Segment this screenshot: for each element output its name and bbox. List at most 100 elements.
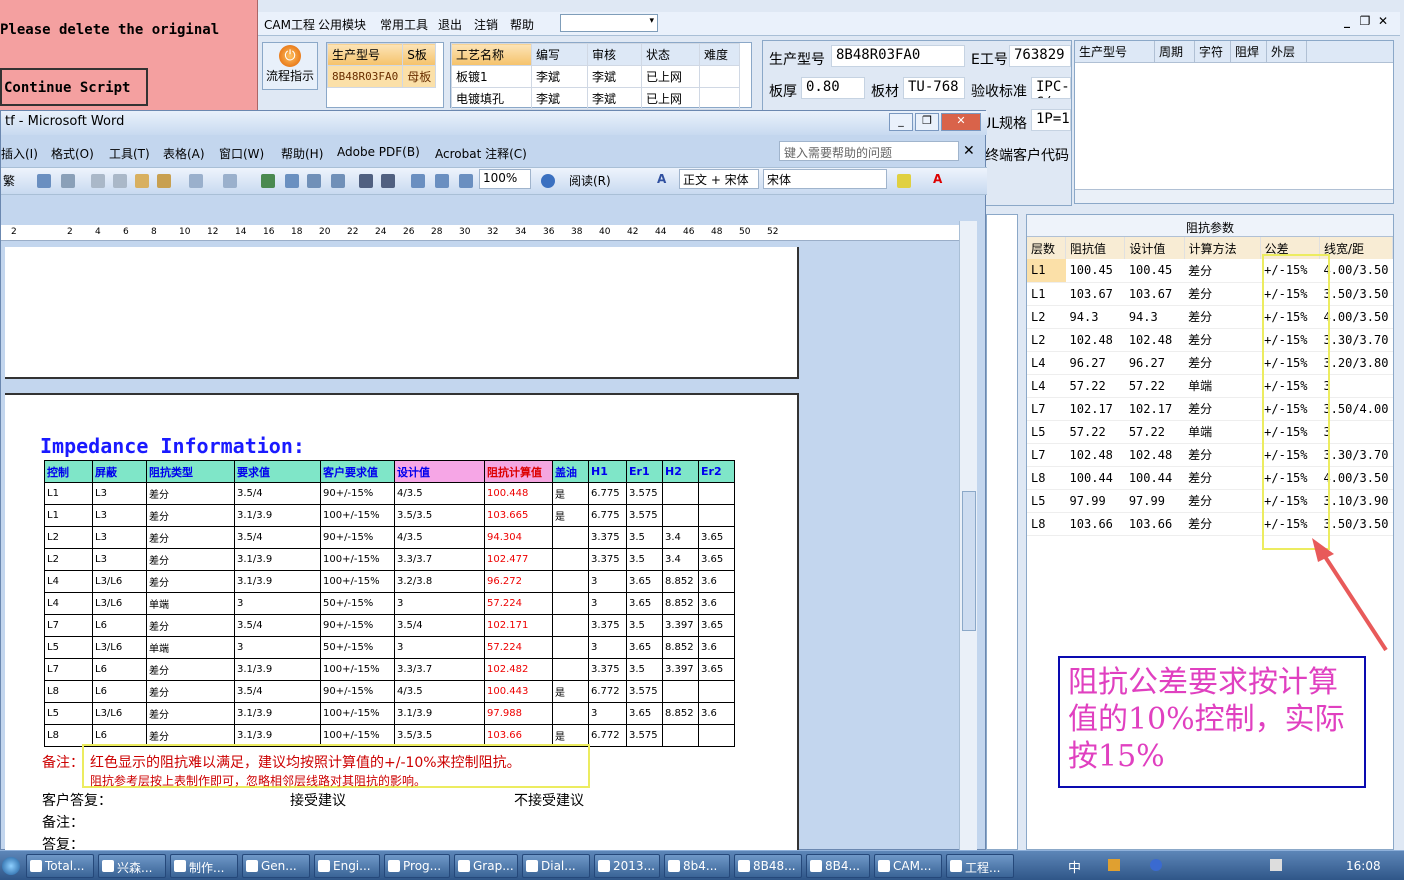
table-row: L1 L3 差分 3.1/3.9 100+/-15% 3.5/3.5 103.665 是 6.7… [44,504,735,527]
cell [698,504,735,527]
ime-indicator[interactable]: 中 [1068,857,1081,876]
cell: 100.443 [484,680,553,703]
menu-help[interactable]: 帮助(H) [281,145,323,162]
show-hide-icon[interactable] [435,174,449,188]
cell [698,482,735,505]
taskbar-item[interactable]: 8B48... [734,854,802,878]
taskbar-item[interactable]: Grap... [454,854,518,878]
menu-format[interactable]: 格式(O) [51,145,94,162]
taskbar-item[interactable]: 8B4... [806,854,870,878]
table-row: L8 L6 差分 3.5/4 90+/-15% 4/3.5 100.443 是 6.772 3.5… [44,680,735,703]
menu-acrobat-comment[interactable]: Acrobat 注释(C) [435,145,527,162]
cell: 3.1/3.9 [234,658,321,681]
spellcheck-icon[interactable] [37,174,51,188]
taskbar-item[interactable]: 8b4... [664,854,730,878]
cell: 3.1/3.9 [234,570,321,593]
hyperlink-icon[interactable] [261,174,275,188]
cell: L5 [44,636,93,659]
read-mode-button[interactable]: 阅读(R) [569,172,611,192]
zoom-select[interactable]: 100% [479,169,531,189]
ruler-tick-label: 18 [291,227,303,237]
undo-icon[interactable] [189,174,203,188]
taskbar-item[interactable]: 2013... [594,854,660,878]
close-icon[interactable]: ✕ [941,113,981,131]
drawing-icon[interactable] [381,174,395,188]
cell: 差分 [146,570,235,593]
cell: 57.224 [484,592,553,615]
cell: 3.575 [626,724,663,747]
columns-icon[interactable] [359,174,373,188]
format-painter-icon[interactable] [157,174,171,188]
network-icon[interactable] [1108,859,1120,871]
app-icon [388,860,400,872]
close-icon[interactable]: ✕ [963,143,975,159]
cell [698,680,735,703]
minimize-icon[interactable]: _ [889,113,913,131]
cell: L5 [44,702,93,725]
cell: 是 [552,482,589,505]
cell: 差分 [146,482,235,505]
style-select[interactable]: 正文 + 宋体 [679,169,759,189]
cell: 3.375 [588,548,627,571]
taskbar-item[interactable]: Dial... [522,854,590,878]
ruler-tick-label: 38 [571,227,583,237]
insert-table-icon[interactable] [307,174,321,188]
taskbar-item[interactable]: CAM... [874,854,942,878]
menu-tools[interactable]: 工具(T) [109,145,150,162]
taskbar-item[interactable]: 兴森... [98,854,166,878]
tables-borders-icon[interactable] [285,174,299,188]
insert-excel-icon[interactable] [331,174,345,188]
cell: 3.5/4 [234,482,321,505]
cut-icon[interactable] [91,174,105,188]
clock[interactable]: 16:08 [1346,859,1381,873]
copy-icon[interactable] [113,174,127,188]
accept-option: 接受建议 [290,793,346,809]
menu-window[interactable]: 窗口(W) [219,145,264,162]
font-select[interactable]: 宋体 [763,169,887,189]
taskbar-item[interactable]: Engi... [314,854,380,878]
horizontal-ruler[interactable]: 2 2 4 6 8 10 12 14 16 18 20 22 24 26 28 30 32 34 36 38 40 42 4… [1,225,959,241]
ruler-tick-label: 30 [459,227,471,237]
taskbar-item[interactable]: 制作... [170,854,238,878]
restore-icon[interactable]: ❐ [915,113,939,131]
paste-icon[interactable] [135,174,149,188]
cell: 差分 [146,614,235,637]
cell: L6 [92,614,147,637]
traditional-chinese-icon[interactable]: 繁 [3,172,15,192]
taskbar-item[interactable]: Prog... [384,854,450,878]
cell: L3/L6 [92,592,147,615]
help-icon[interactable] [541,174,555,188]
font-color-icon[interactable]: A [933,172,942,192]
taskbar-item[interactable]: Total... [26,854,94,878]
document-map-icon[interactable] [411,174,425,188]
paragraph-mark-icon[interactable] [459,174,473,188]
taskbar-item[interactable]: 工程... [946,854,1014,878]
redo-icon[interactable] [223,174,237,188]
help-icon[interactable] [1150,859,1162,871]
menu-adobe-pdf[interactable]: Adobe PDF(B) [337,145,420,159]
menu-insert[interactable]: 插入(I) [1,145,38,162]
research-icon[interactable] [61,174,75,188]
vertical-scrollbar[interactable] [959,221,977,851]
ruler-tick-label: 44 [655,227,667,237]
styles-icon[interactable]: A [657,172,666,192]
cell: 3 [588,570,627,593]
ruler-tick-label: 2 [11,227,17,237]
cell: 3.397 [662,614,699,637]
cell: 50+/-15% [320,592,395,615]
highlight-icon[interactable] [897,174,911,188]
cell: L8 [44,680,93,703]
help-search-input[interactable]: 键入需要帮助的问题 [779,141,959,161]
cell: 3 [394,592,485,615]
scroll-thumb[interactable] [962,491,976,631]
cell: 3 [588,702,627,725]
taskbar-item[interactable]: Gen... [242,854,310,878]
app-icon [950,860,962,872]
cell: 100+/-15% [320,702,395,725]
table-row: L2 L3 差分 3.5/4 90+/-15% 4/3.5 94.304 3.375 3.5 3.… [44,526,735,549]
menu-table[interactable]: 表格(A) [163,145,205,162]
arrow-line [1320,550,1388,652]
start-icon[interactable] [2,857,20,875]
col-header: 盖油 [552,460,589,483]
volume-icon[interactable] [1270,859,1282,871]
